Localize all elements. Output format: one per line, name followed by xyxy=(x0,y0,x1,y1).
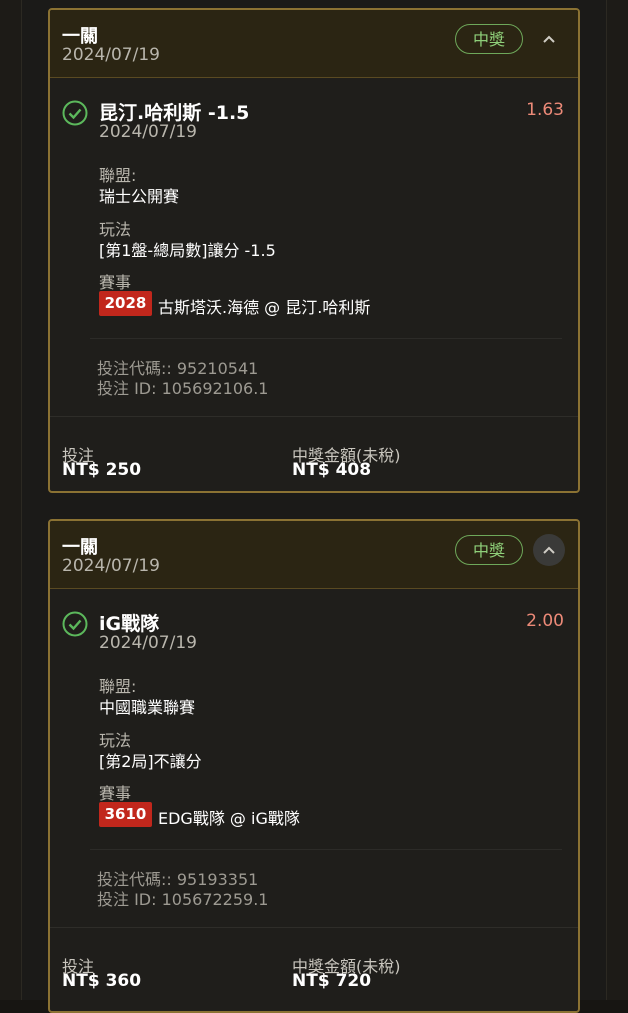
bet-card-header[interactable]: 一關 2024/07/19 中獎 xyxy=(50,10,578,78)
footer-divider xyxy=(50,927,578,928)
right-gutter xyxy=(606,0,628,1000)
market-value: [第1盤-總局數]讓分 -1.5 xyxy=(99,241,276,260)
collapse-button[interactable] xyxy=(533,534,565,566)
payout-value: NT$ 720 xyxy=(292,971,372,991)
divider xyxy=(90,849,562,850)
league-value: 瑞士公開賽 xyxy=(99,187,180,206)
bet-id: 投注 ID: 105672259.1 xyxy=(97,890,269,909)
event-name: EDG戰隊 @ iG戰隊 xyxy=(158,809,300,828)
selection-name: iG戰隊 xyxy=(99,613,160,635)
stake-value: NT$ 250 xyxy=(62,460,142,480)
check-circle-icon xyxy=(62,100,88,126)
bet-card: 一關 2024/07/19 中獎 昆汀.哈利斯 -1.5 2024/07/19 … xyxy=(48,8,580,493)
event-label: 賽事 xyxy=(99,784,132,803)
market-value: [第2局]不讓分 xyxy=(99,752,202,771)
bet-card-header[interactable]: 一關 2024/07/19 中獎 xyxy=(50,521,578,589)
bet-date: 2024/07/19 xyxy=(62,45,160,65)
chevron-up-icon xyxy=(543,546,555,554)
status-badge: 中獎 xyxy=(455,535,523,565)
selection-date: 2024/07/19 xyxy=(99,122,197,142)
divider xyxy=(90,338,562,339)
event-label: 賽事 xyxy=(99,273,132,292)
footer-divider xyxy=(50,416,578,417)
bet-date: 2024/07/19 xyxy=(62,556,160,576)
chevron-up-icon xyxy=(543,35,555,43)
payout-value: NT$ 408 xyxy=(292,460,372,480)
selection-date: 2024/07/19 xyxy=(99,633,197,653)
collapse-button[interactable] xyxy=(533,23,565,55)
left-gutter xyxy=(0,0,22,1000)
selection-name: 昆汀.哈利斯 -1.5 xyxy=(99,102,250,124)
stake-value: NT$ 360 xyxy=(62,971,142,991)
league-value: 中國職業聯賽 xyxy=(99,698,196,717)
event-name: 古斯塔沃.海德 @ 昆汀.哈利斯 xyxy=(158,298,371,317)
odds-value: 2.00 xyxy=(526,611,564,631)
status-badge: 中獎 xyxy=(455,24,523,54)
check-circle-icon xyxy=(62,611,88,637)
bet-card: 一關 2024/07/19 中獎 iG戰隊 2024/07/19 2.00 聯盟… xyxy=(48,519,580,1013)
event-code-tag: 3610 xyxy=(99,802,152,827)
odds-value: 1.63 xyxy=(526,100,564,120)
event-code-tag: 2028 xyxy=(99,291,152,316)
bet-id: 投注 ID: 105692106.1 xyxy=(97,379,269,398)
